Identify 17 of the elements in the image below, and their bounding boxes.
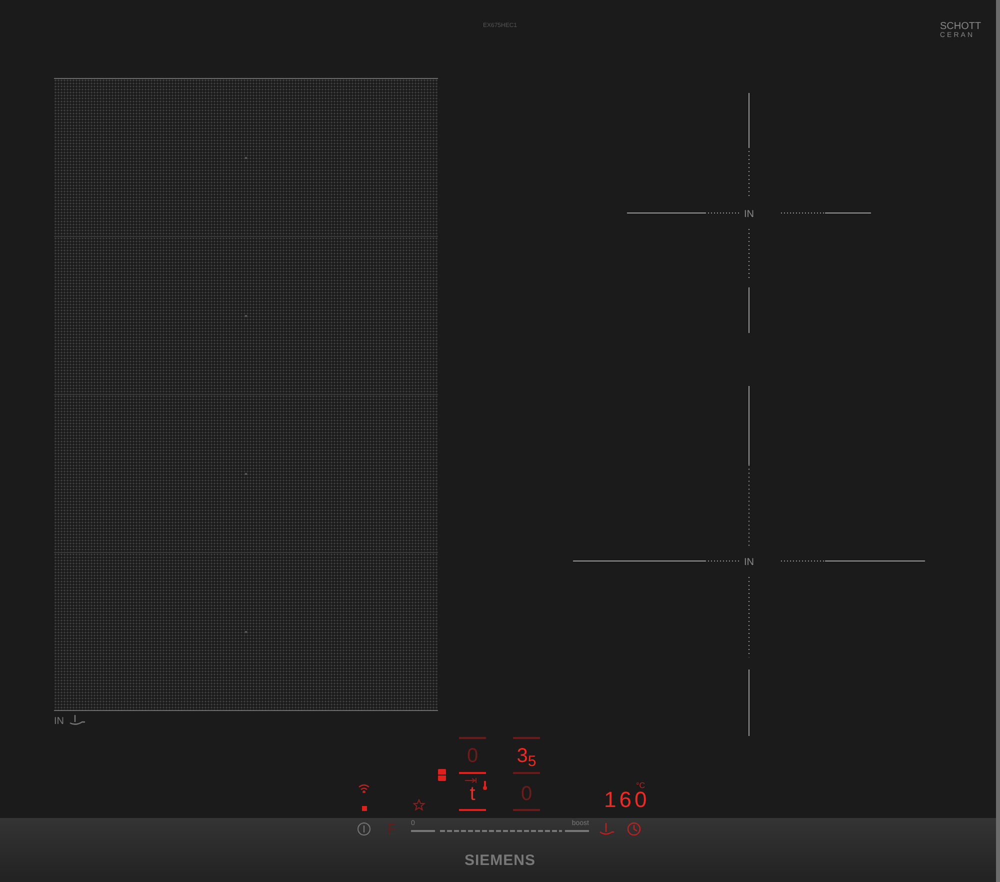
pot-temperature-icon[interactable] [599,822,615,836]
pot-icon [68,714,86,726]
power-level-display: 3$_{5}$ [516,745,537,767]
timer-icon[interactable] [627,822,641,836]
zone-label: IN [54,715,64,729]
power-icon[interactable] [357,822,371,836]
star-icon [413,799,425,811]
thermometer-icon [483,781,487,790]
brand-logo: SIEMENS [463,851,536,871]
lock-icon [438,769,446,781]
arrow-bar-icon [465,778,477,783]
power-level-display: 0 [466,745,480,767]
zone-label: IN [743,208,755,222]
power-level-display: t [468,783,476,805]
zone-label: IN [743,556,755,570]
power-level-display: 0 [520,783,534,805]
wifi-icon [358,784,370,793]
